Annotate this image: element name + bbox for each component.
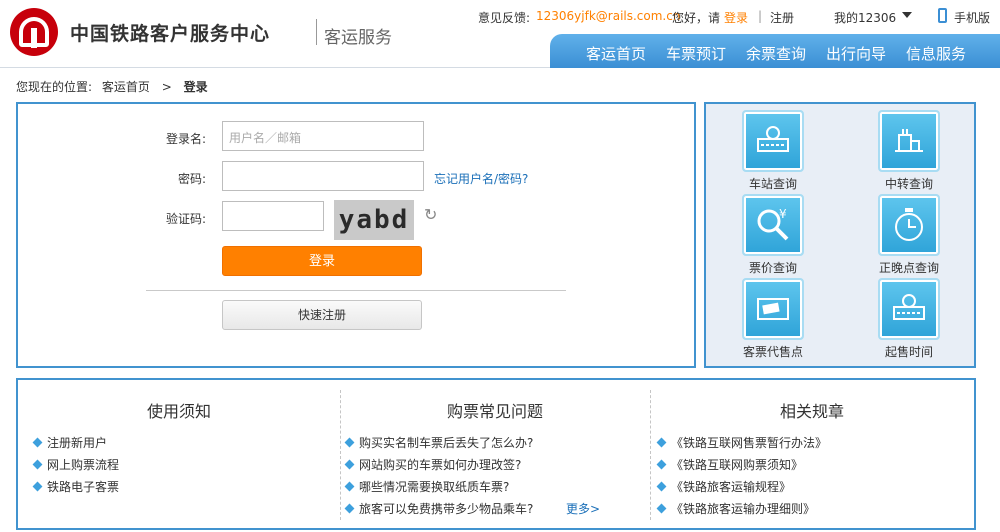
sale-start-time-label[interactable]: 起售时间 [869, 343, 949, 360]
breadcrumb-home[interactable]: 客运首页 [102, 80, 150, 94]
login-link[interactable]: 登录 [724, 9, 748, 26]
list-item[interactable]: 《铁路旅客运输办理细则》 [656, 500, 815, 517]
title-divider [316, 19, 317, 45]
greeting-text: 您好，请 [672, 11, 721, 25]
info-panel: 使用须知 注册新用户 网上购票流程 铁路电子客票 购票常见问题 购买实名制车票后… [16, 378, 976, 530]
regulations-title: 相关规章 [779, 402, 844, 421]
main-nav: 客运首页 车票预订 余票查询 出行向导 信息服务 [550, 34, 1000, 68]
username-label: 登录名: [165, 132, 206, 146]
fare-query-icon[interactable]: ¥ [742, 194, 804, 256]
my-account-menu[interactable]: 我的12306 [834, 9, 896, 26]
ticket-agency-label[interactable]: 客票代售点 [733, 343, 813, 360]
captcha-label: 验证码: [165, 212, 206, 226]
captcha-input[interactable] [222, 201, 324, 231]
faq-title: 购票常见问题 [446, 402, 543, 421]
diamond-bullet-icon [344, 481, 355, 492]
diamond-bullet-icon [32, 459, 43, 470]
site-name: 中国铁路客户服务中心 [70, 23, 271, 45]
mobile-phone-icon[interactable] [938, 8, 947, 23]
site-header: 中国铁路客户服务中心 客运服务 意见反馈: 12306yjfk@rails.co… [0, 0, 1000, 68]
list-item[interactable]: 《铁路旅客运输规程》 [656, 478, 791, 495]
station-query-label[interactable]: 车站查询 [733, 175, 813, 192]
captcha-image[interactable]: yabd [334, 200, 414, 240]
diamond-bullet-icon [656, 437, 667, 448]
usage-notes-title: 使用须知 [146, 402, 211, 421]
list-item[interactable]: 旅客可以免费携带多少物品乘车? [344, 500, 533, 517]
form-divider [146, 290, 566, 291]
list-item[interactable]: 《铁路互联网购票须知》 [656, 456, 803, 473]
diamond-bullet-icon [32, 481, 43, 492]
mobile-version-link[interactable]: 手机版 [954, 9, 990, 26]
feedback-email-link[interactable]: 12306yjfk@rails.com.cn [536, 9, 680, 23]
list-item[interactable]: 铁路电子客票 [32, 478, 119, 495]
punctuality-query-label[interactable]: 正晚点查询 [869, 259, 949, 276]
diamond-bullet-icon [656, 459, 667, 470]
quick-register-button[interactable]: 快速注册 [222, 300, 422, 330]
breadcrumb-sep: > [161, 80, 172, 94]
station-query-icon[interactable] [742, 110, 804, 172]
timetable-punctuality-icon[interactable] [878, 194, 940, 256]
quick-links-panel: 车站查询 中转查询 ¥ 票价查询 正晚点查询 客票代售点 起售时间 [704, 102, 976, 368]
login-panel: 登录名: 用户名／邮箱 密码: 忘记用户名/密码? 验证码: yabd ↻ 登录… [16, 102, 696, 368]
transfer-query-label[interactable]: 中转查询 [869, 175, 949, 192]
list-item[interactable]: 《铁路互联网售票暂行办法》 [656, 434, 827, 451]
link-divider: | [758, 9, 763, 23]
breadcrumb-prefix: 您现在的位置: [16, 80, 93, 94]
refresh-icon[interactable]: ↻ [424, 205, 437, 224]
register-link[interactable]: 注册 [770, 9, 794, 26]
diamond-bullet-icon [32, 437, 43, 448]
faq-column: 购票常见问题 购买实名制车票后丢失了怎么办? 网站购买的车票如何办理改签? 哪些… [340, 380, 650, 528]
railway-logo-icon[interactable] [10, 8, 58, 56]
nav-info-service[interactable]: 信息服务 [906, 43, 966, 64]
diamond-bullet-icon [656, 481, 667, 492]
regulations-column: 相关规章 《铁路互联网售票暂行办法》 《铁路互联网购票须知》 《铁路旅客运输规程… [650, 380, 974, 528]
svg-text:¥: ¥ [779, 207, 787, 221]
list-item[interactable]: 购买实名制车票后丢失了怎么办? [344, 434, 533, 451]
top-links: 意见反馈: 12306yjfk@rails.com.cn 您好，请 登录 | 注… [470, 8, 1000, 27]
ticket-agency-icon[interactable] [742, 278, 804, 340]
password-input[interactable] [222, 161, 424, 191]
list-item[interactable]: 哪些情况需要换取纸质车票? [344, 478, 509, 495]
username-input[interactable]: 用户名／邮箱 [222, 121, 424, 151]
nav-remaining-tickets[interactable]: 余票查询 [746, 43, 806, 64]
usage-notes-column: 使用须知 注册新用户 网上购票流程 铁路电子客票 [18, 380, 340, 528]
breadcrumb: 您现在的位置: 客运首页 > 登录 [16, 78, 208, 95]
list-item[interactable]: 网上购票流程 [32, 456, 119, 473]
sale-start-time-icon[interactable] [878, 278, 940, 340]
diamond-bullet-icon [656, 503, 667, 514]
nav-home[interactable]: 客运首页 [586, 43, 646, 64]
forgot-password-link[interactable]: 忘记用户名/密码? [434, 170, 528, 187]
more-faq-link[interactable]: 更多> [566, 500, 600, 517]
feedback-label: 意见反馈: [478, 11, 531, 25]
site-subtitle: 客运服务 [324, 28, 392, 48]
list-item[interactable]: 注册新用户 [32, 434, 107, 451]
fare-query-label[interactable]: 票价查询 [733, 259, 813, 276]
transfer-query-icon[interactable] [878, 110, 940, 172]
diamond-bullet-icon [344, 437, 355, 448]
breadcrumb-current: 登录 [183, 80, 208, 94]
password-label: 密码: [177, 172, 206, 186]
nav-ticket-booking[interactable]: 车票预订 [666, 43, 726, 64]
diamond-bullet-icon [344, 503, 355, 514]
chevron-down-icon[interactable] [902, 12, 912, 18]
diamond-bullet-icon [344, 459, 355, 470]
login-button[interactable]: 登录 [222, 246, 422, 276]
nav-travel-guide[interactable]: 出行向导 [826, 43, 886, 64]
list-item[interactable]: 网站购买的车票如何办理改签? [344, 456, 521, 473]
